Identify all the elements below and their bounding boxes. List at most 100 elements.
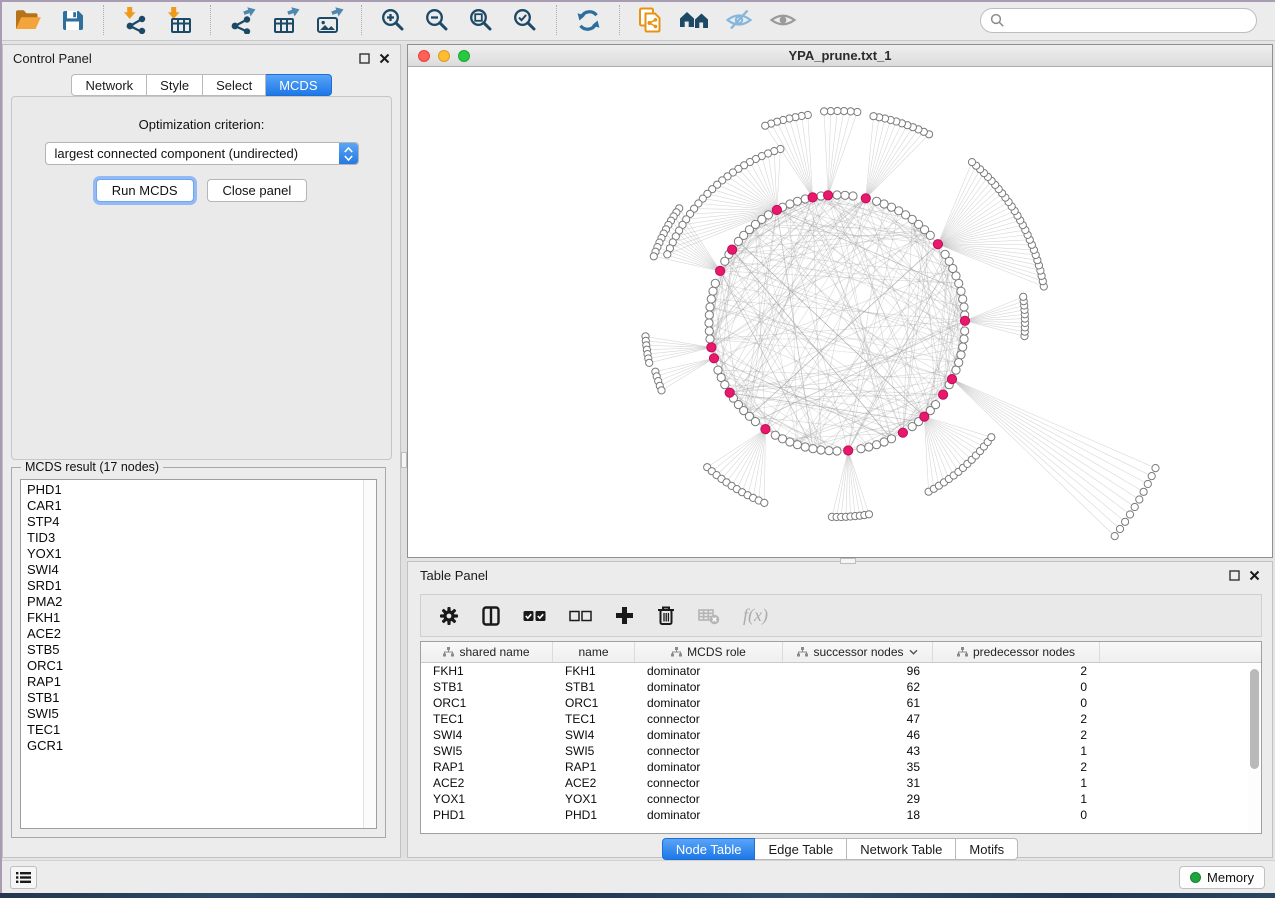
zoom-out-button[interactable] — [415, 3, 459, 37]
table-row[interactable]: STB1STB1dominator620 — [421, 679, 1247, 695]
mcds-result-item[interactable]: TEC1 — [21, 722, 362, 738]
toolbar-separator — [361, 5, 362, 35]
table-row[interactable]: FKH1FKH1dominator962 — [421, 663, 1247, 679]
duplicate-network-button[interactable] — [629, 3, 673, 37]
network-window-titlebar[interactable]: YPA_prune.txt_1 — [408, 45, 1272, 67]
table-cell: 2 — [933, 760, 1100, 774]
import-table-button[interactable] — [157, 3, 201, 37]
column-header-successor-nodes[interactable]: successor nodes — [783, 642, 933, 662]
add-column-icon[interactable] — [615, 606, 634, 625]
table-row[interactable]: TEC1TEC1connector472 — [421, 711, 1247, 727]
mcds-result-item[interactable]: FKH1 — [21, 610, 362, 626]
memory-button[interactable]: Memory — [1179, 866, 1265, 889]
mcds-result-item[interactable]: ACE2 — [21, 626, 362, 642]
tab-mcds[interactable]: MCDS — [266, 74, 331, 96]
table-row[interactable]: SWI4SWI4dominator462 — [421, 727, 1247, 743]
memory-status-icon — [1190, 872, 1201, 883]
table-cell: dominator — [635, 728, 783, 742]
node-table-header: shared name name MCDS role successor nod… — [421, 642, 1261, 663]
control-panel-window: Control Panel Network Style Select MCDS … — [2, 44, 401, 858]
mcds-result-item[interactable]: ORC1 — [21, 658, 362, 674]
table-cell: ORC1 — [553, 696, 635, 710]
import-network-button[interactable] — [113, 3, 157, 37]
table-scrollbar-thumb[interactable] — [1250, 669, 1259, 769]
settings-gear-icon[interactable] — [439, 606, 459, 626]
import-network-icon — [120, 6, 150, 34]
run-mcds-button[interactable]: Run MCDS — [96, 179, 194, 202]
table-cell: connector — [635, 776, 783, 790]
export-network-button[interactable] — [220, 3, 264, 37]
refresh-view-button[interactable] — [566, 3, 610, 37]
mcds-result-item[interactable]: SWI4 — [21, 562, 362, 578]
float-panel-icon[interactable] — [1229, 570, 1240, 581]
mcds-result-item[interactable]: PMA2 — [21, 594, 362, 610]
splitter-handle-horizontal[interactable] — [840, 558, 856, 564]
select-all-checkboxes-icon[interactable] — [523, 610, 546, 622]
close-panel-icon[interactable] — [1249, 570, 1260, 581]
table-cell: 29 — [783, 792, 933, 806]
show-first-neighbors-button[interactable] — [673, 3, 717, 37]
tab-select[interactable]: Select — [203, 74, 266, 96]
tab-node-table[interactable]: Node Table — [662, 838, 756, 860]
table-cell: SWI5 — [421, 744, 553, 758]
mcds-result-item[interactable]: STB5 — [21, 642, 362, 658]
close-panel-button[interactable]: Close panel — [207, 179, 308, 202]
mcds-result-item[interactable]: STB1 — [21, 690, 362, 706]
export-table-button[interactable] — [264, 3, 308, 37]
mcds-result-item[interactable]: SRD1 — [21, 578, 362, 594]
search-input[interactable] — [1005, 13, 1247, 28]
mcds-result-item[interactable]: CAR1 — [21, 498, 362, 514]
column-header-name[interactable]: name — [553, 642, 635, 662]
delete-column-icon[interactable] — [657, 605, 675, 626]
column-header-predecessor-nodes[interactable]: predecessor nodes — [933, 642, 1100, 662]
network-canvas-svg[interactable] — [408, 67, 1272, 557]
table-row[interactable]: SWI5SWI5connector431 — [421, 743, 1247, 759]
float-panel-icon[interactable] — [359, 53, 370, 64]
mcds-result-item[interactable]: GCR1 — [21, 738, 362, 754]
table-row[interactable]: PHD1PHD1dominator180 — [421, 807, 1247, 823]
column-header-mcds-role[interactable]: MCDS role — [635, 642, 783, 662]
zoom-in-button[interactable] — [371, 3, 415, 37]
zoom-fit-button[interactable] — [459, 3, 503, 37]
mcds-result-item[interactable]: SWI5 — [21, 706, 362, 722]
table-row[interactable]: ORC1ORC1dominator610 — [421, 695, 1247, 711]
mcds-result-item[interactable]: STP4 — [21, 514, 362, 530]
tab-edge-table[interactable]: Edge Table — [755, 838, 847, 860]
column-header-shared-name[interactable]: shared name — [421, 642, 553, 662]
toggle-column-panel-icon[interactable] — [482, 606, 500, 626]
optimization-criterion-select[interactable]: largest connected component (undirected) — [45, 142, 359, 165]
table-cell: FKH1 — [553, 664, 635, 678]
search-box[interactable] — [980, 8, 1257, 33]
network-canvas[interactable] — [408, 67, 1272, 557]
tab-network-table[interactable]: Network Table — [847, 838, 956, 860]
table-row[interactable]: YOX1YOX1connector291 — [421, 791, 1247, 807]
tab-style[interactable]: Style — [147, 74, 203, 96]
eye-icon — [769, 7, 797, 33]
shared-column-icon — [671, 647, 682, 657]
table-row[interactable]: RAP1RAP1dominator352 — [421, 759, 1247, 775]
table-cell: ACE2 — [421, 776, 553, 790]
show-task-list-button[interactable] — [10, 866, 37, 889]
zoom-selected-button[interactable] — [503, 3, 547, 37]
mcds-result-item[interactable]: YOX1 — [21, 546, 362, 562]
open-file-button[interactable] — [6, 3, 50, 37]
save-session-button[interactable] — [50, 3, 94, 37]
tab-network[interactable]: Network — [71, 74, 147, 96]
mcds-result-title: MCDS result (17 nodes) — [21, 460, 163, 474]
export-image-button[interactable] — [308, 3, 352, 37]
close-panel-icon[interactable] — [379, 53, 390, 64]
mcds-result-item[interactable]: PHD1 — [21, 482, 362, 498]
table-scrollbar[interactable] — [1248, 664, 1260, 832]
hide-selected-button[interactable] — [717, 3, 761, 37]
show-all-button[interactable] — [761, 3, 805, 37]
table-row[interactable]: ACE2ACE2connector311 — [421, 775, 1247, 791]
mcds-result-item[interactable]: RAP1 — [21, 674, 362, 690]
mcds-result-listbox[interactable]: PHD1CAR1STP4TID3YOX1SWI4SRD1PMA2FKH1ACE2… — [20, 479, 377, 829]
mcds-list-scrollbar[interactable] — [363, 480, 376, 828]
tab-motifs[interactable]: Motifs — [956, 838, 1018, 860]
network-view-window: YPA_prune.txt_1 — [407, 44, 1273, 558]
open-folder-icon — [13, 7, 43, 33]
table-cell: 62 — [783, 680, 933, 694]
deselect-all-checkboxes-icon[interactable] — [569, 610, 592, 622]
mcds-result-item[interactable]: TID3 — [21, 530, 362, 546]
